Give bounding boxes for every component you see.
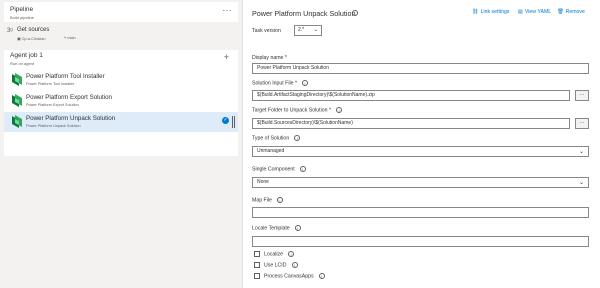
task-details-title: Power Platform Unpack Solution [252,9,356,18]
info-icon[interactable]: i [294,135,301,141]
map-file-input[interactable] [252,207,589,218]
map-file-label: Map File i [252,197,283,203]
get-sources-item[interactable]: 3ᶢ Get sources ▣ Cp-a-Clinician ⑂ main [4,24,238,44]
task-details-pane: Power Platform Unpack Solution i ⛓ Link s… [242,0,600,288]
agent-job-card: Agent job 1 Run on agent + Power Platfor… [4,50,238,156]
browse-button[interactable]: ··· [575,90,589,101]
single-component-label: Single Component i [252,166,306,172]
target-folder-field[interactable]: $(Build.SourcesDirectory)\$(SolutionName… [252,118,570,129]
process-canvasapps-checkbox[interactable] [254,273,260,279]
app-root: Pipeline Build pipeline ··· 3ᶢ Get sourc… [0,0,600,288]
task-title: Power Platform Unpack Solution [26,115,116,122]
info-icon[interactable]: i [302,80,308,86]
drag-handle-icon[interactable] [232,116,235,128]
view-yaml-button[interactable]: ▤ View YAML [518,9,551,15]
chevron-down-icon: ⌄ [313,27,318,33]
process-canvasapps-label: Process CanvasApps i [264,273,325,279]
solution-type-value: Unmanaged [257,148,285,154]
display-name-label: Display name * [252,55,287,61]
info-icon[interactable]: i [294,225,301,231]
task-item-export-solution[interactable]: Power Platform Export Solution Power Pla… [4,91,238,111]
chevron-down-icon: ⌄ [578,180,584,186]
info-icon[interactable]: i [352,10,358,16]
info-icon[interactable]: i [288,251,295,257]
pipeline-subtitle: Build pipeline [10,15,34,20]
info-icon[interactable]: i [291,262,298,268]
pipeline-more-button[interactable]: ··· [223,6,233,15]
pipeline-tasks-pane: Pipeline Build pipeline ··· 3ᶢ Get sourc… [0,0,242,288]
info-icon[interactable]: i [276,197,283,203]
power-platform-icon [12,94,22,107]
browse-button[interactable]: ··· [575,118,589,129]
power-platform-icon [12,73,22,86]
remove-button[interactable]: 🗑 Remove [557,9,585,15]
task-item-tool-installer[interactable]: Power Platform Tool Installer Power Plat… [4,70,238,90]
single-component-value: None [257,179,269,185]
task-version-value: 2.* [298,27,305,33]
locale-template-label: Locale Template i [252,225,301,231]
task-version-label: Task version [252,28,281,34]
info-icon[interactable]: i [299,166,306,172]
chevron-down-icon: ⌄ [578,149,584,155]
display-name-input[interactable]: Power Platform Unpack Solution [252,63,589,74]
task-subtitle: Power Platform Unpack Solution [26,123,81,128]
pipeline-title: Pipeline [10,6,34,13]
solution-input-field[interactable]: $(Build.ArtifactStagingDirectory)\$(Solu… [252,90,570,101]
task-subtitle: Power Platform Tool Installer [26,81,75,86]
task-subtitle: Power Platform Export Solution [26,102,79,107]
use-lcid-checkbox[interactable] [254,262,260,268]
branch-name: ⑂ main [64,36,76,40]
info-icon[interactable]: i [336,107,343,113]
repo-name: ▣ Cp-a-Clinician [17,37,46,41]
link-icon: ⛓ [472,9,479,15]
use-lcid-label: Use LCID i [264,262,298,268]
get-sources-title: Get sources [17,27,50,33]
add-task-button[interactable]: + [224,53,229,62]
task-version-select[interactable]: 2.* ⌄ [294,25,322,36]
solution-type-label: Type of Solution i [252,135,301,141]
single-component-select[interactable]: None ⌄ [252,177,589,188]
checkmark-icon: ✓ [222,117,229,124]
yaml-icon: ▤ [518,9,523,15]
task-item-unpack-solution[interactable]: Power Platform Unpack Solution Power Pla… [4,112,238,132]
locale-template-input[interactable] [252,236,589,247]
info-icon[interactable]: i [318,273,325,279]
link-settings-button[interactable]: ⛓ Link settings [472,9,509,15]
pipeline-header[interactable]: Pipeline Build pipeline ··· [4,2,238,22]
solution-type-select[interactable]: Unmanaged ⌄ [252,146,589,157]
power-platform-icon [12,115,22,128]
agent-job-title[interactable]: Agent job 1 [10,52,43,59]
trash-icon: 🗑 [557,9,564,15]
task-title: Power Platform Tool Installer [26,73,105,80]
solution-input-label: Solution Input File * i [252,80,308,86]
localize-label: Localize i [264,251,295,257]
agent-job-subtitle: Run on agent [10,61,35,66]
target-folder-label: Target Folder to Unpack Solution * i [252,107,343,113]
task-title: Power Platform Export Solution [26,94,112,101]
sources-icon: 3ᶢ [7,28,13,34]
localize-checkbox[interactable] [254,251,260,257]
